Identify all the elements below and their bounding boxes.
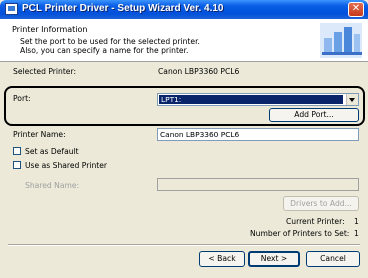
port-label: Port: bbox=[13, 94, 31, 103]
setup-wizard-window: PCL Printer Driver - Setup Wizard Ver. 4… bbox=[0, 0, 368, 278]
back-button[interactable]: < Back bbox=[199, 251, 245, 267]
current-printer-value: 1 bbox=[354, 217, 359, 226]
header-description-line-2: Also, you can specify a name for the pri… bbox=[20, 46, 189, 55]
wizard-header: Printer Information Set the port to be u… bbox=[0, 19, 368, 62]
set-default-checkbox[interactable] bbox=[13, 147, 21, 155]
next-button[interactable]: Next > bbox=[248, 251, 300, 267]
chevron-down-icon[interactable] bbox=[346, 94, 358, 105]
shared-printer-checkbox[interactable] bbox=[13, 161, 21, 169]
set-default-label[interactable]: Set as Default bbox=[25, 147, 79, 156]
printers-to-set-label: Number of Printers to Set: bbox=[250, 229, 350, 238]
footer-divider bbox=[8, 244, 360, 246]
title-bar[interactable]: PCL Printer Driver - Setup Wizard Ver. 4… bbox=[0, 0, 368, 19]
close-button[interactable]: ✕ bbox=[348, 2, 364, 17]
printer-name-input[interactable]: Canon LBP3360 PCL6 bbox=[157, 128, 359, 141]
cancel-button[interactable]: Cancel bbox=[306, 251, 360, 267]
port-select-value: LPT1: bbox=[159, 95, 343, 104]
header-title: Printer Information bbox=[12, 25, 88, 34]
shared-name-label: Shared Name: bbox=[25, 181, 80, 190]
printers-to-set-value: 1 bbox=[354, 229, 359, 238]
printer-app-icon bbox=[5, 3, 18, 15]
header-description: Set the port to be used for the selected… bbox=[20, 37, 200, 55]
printer-banner-icon bbox=[320, 23, 362, 58]
header-description-line-1: Set the port to be used for the selected… bbox=[20, 37, 200, 46]
printer-name-label: Printer Name: bbox=[13, 130, 66, 139]
drivers-to-add-button[interactable]: Drivers to Add... bbox=[283, 196, 359, 211]
selected-printer-value: Canon LBP3360 PCL6 bbox=[158, 67, 240, 76]
selected-printer-label: Selected Printer: bbox=[13, 67, 77, 76]
shared-printer-label[interactable]: Use as Shared Printer bbox=[25, 161, 107, 170]
window-title: PCL Printer Driver - Setup Wizard Ver. 4… bbox=[22, 3, 224, 14]
shared-name-input[interactable] bbox=[157, 178, 359, 191]
add-port-button[interactable]: Add Port... bbox=[269, 108, 359, 122]
current-printer-label: Current Printer: bbox=[286, 217, 345, 226]
port-select[interactable]: LPT1: bbox=[157, 93, 359, 106]
